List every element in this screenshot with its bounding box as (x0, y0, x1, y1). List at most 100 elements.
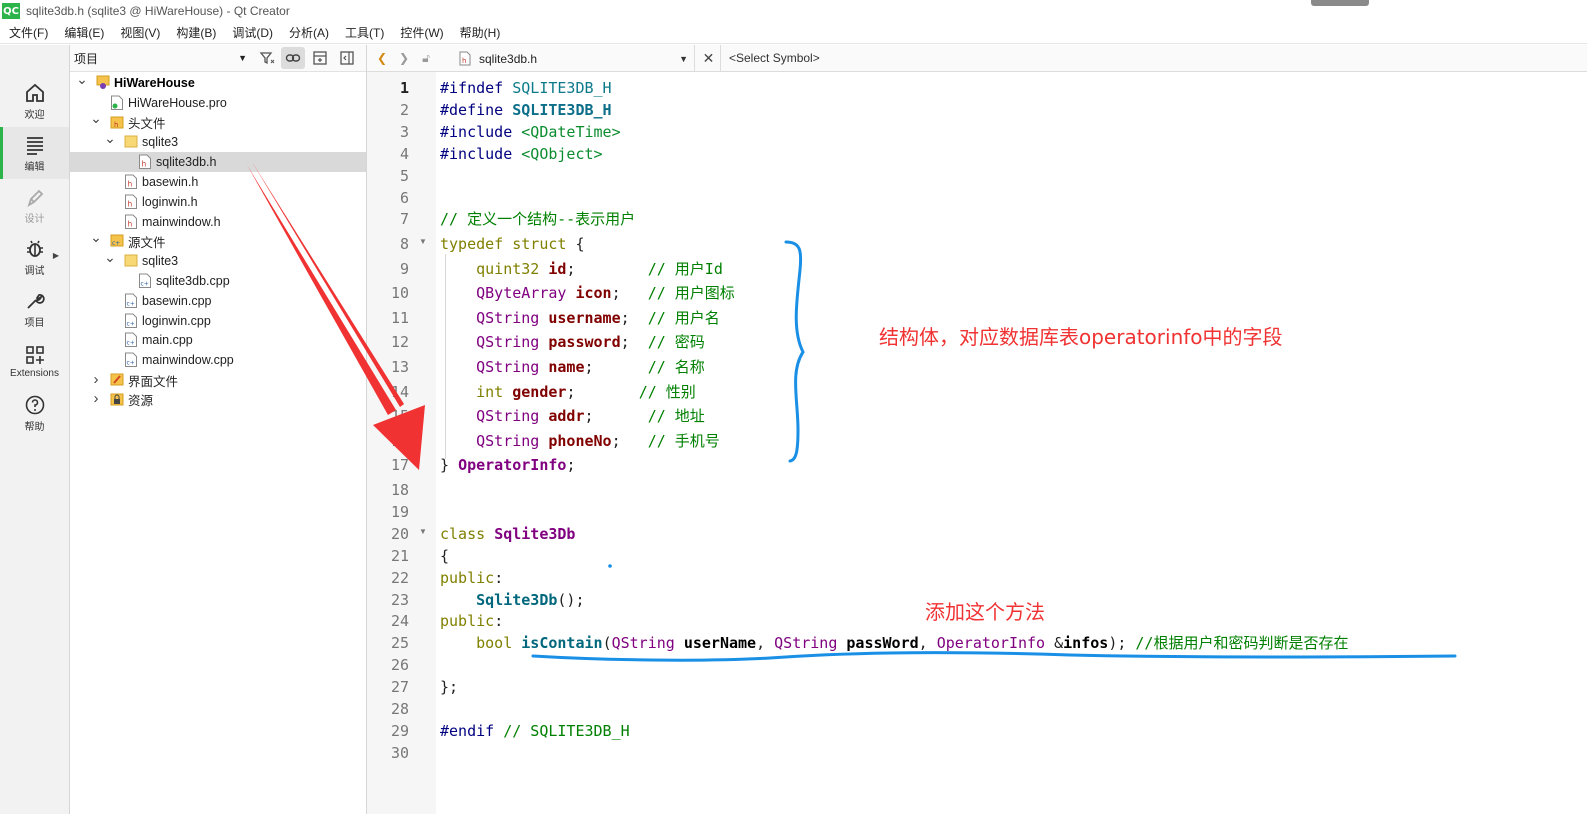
code-editor[interactable]: 1 2 3 4 5 6 7 8 ▼ 9 10 11 12 13 14 15 16 17 18 19 20 ▼ 21 22 23 2… (367, 72, 1587, 814)
svg-text:h: h (462, 57, 466, 65)
code-line: QString username; // 用户名 (476, 308, 720, 327)
tree-item[interactable]: c+ main.cpp (70, 330, 366, 350)
dropdown-arrow-icon: ▼ (238, 53, 247, 63)
line-number: 9 (399, 259, 409, 278)
code-line: Sqlite3Db(); (476, 590, 585, 609)
tree-item[interactable]: c+ sqlite3db.cpp (70, 271, 366, 291)
chevron-right-icon[interactable]: › (90, 371, 102, 388)
chevron-down-icon[interactable]: ⌄ (104, 249, 116, 265)
open-documents-combo[interactable]: h sqlite3db.h ▼ (455, 45, 695, 72)
cpp-file-icon: c+ (124, 352, 138, 368)
svg-text:h: h (128, 180, 133, 189)
tree-item-label: HiWareHouse.pro (128, 95, 227, 110)
tree-item[interactable]: h loginwin.h (70, 192, 366, 212)
mode-edit[interactable]: 编辑 (0, 127, 69, 179)
menu-debug[interactable]: 调试(D) (224, 22, 281, 44)
menu-controls[interactable]: 控件(W) (392, 22, 451, 44)
symbol-selector[interactable]: <Select Symbol> (729, 45, 820, 72)
bug-icon (26, 240, 43, 257)
tree-item-label: 头文件 (128, 117, 166, 132)
chevron-down-icon[interactable]: ⌄ (90, 110, 102, 126)
add-split-icon (312, 51, 327, 65)
menu-build[interactable]: 构建(B) (168, 22, 224, 44)
svg-text:c+: c+ (141, 281, 149, 288)
editor-toolbar: ❮ ❯ 🔓︎ h sqlite3db.h ▼ ✕ <Select Symbol> (367, 45, 1587, 72)
header-file-icon: h (138, 154, 152, 170)
menu-edit[interactable]: 编辑(E) (56, 22, 112, 44)
edit-lines-icon (26, 136, 43, 155)
tree-item[interactable]: h sqlite3db.h (70, 152, 366, 173)
fold-marker-icon[interactable]: ▼ (419, 237, 427, 246)
mode-bar: 欢迎 编辑 设计 调试 ▶ 项目 Extensions 帮助 (0, 45, 70, 814)
code-line: // 定义一个结构--表示用户 (440, 210, 636, 229)
line-number: 13 (390, 358, 409, 376)
header-file-icon: h (459, 51, 471, 69)
chevron-down-icon[interactable]: ⌄ (90, 229, 102, 245)
code-line: typedef struct { (440, 235, 585, 253)
menu-tools[interactable]: 工具(T) (337, 22, 392, 44)
help-icon (25, 395, 44, 414)
menu-bar: 文件(F) 编辑(E) 视图(V) 构建(B) 调试(D) 分析(A) 工具(T… (0, 22, 1587, 44)
filter-button[interactable] (253, 45, 280, 72)
code-line: QString addr; // 地址 (476, 407, 705, 426)
svg-text:h: h (114, 121, 118, 129)
cpp-file-icon: c+ (138, 273, 152, 288)
code-line: QString phoneNo; // 手机号 (476, 431, 720, 450)
line-number: 17 (390, 456, 409, 475)
close-sidebar-button[interactable] (333, 45, 360, 72)
menu-view[interactable]: 视图(V) (112, 22, 168, 44)
tree-item[interactable]: c+ basewin.cpp (70, 291, 366, 311)
view-selector[interactable]: 项目 ▼ (70, 45, 253, 72)
line-number: 24 (390, 612, 409, 631)
tree-item[interactable]: h mainwindow.h (70, 212, 366, 232)
mode-debug[interactable]: 调试 ▶ (0, 231, 69, 283)
close-document-button[interactable]: ✕ (697, 45, 721, 72)
svg-text:c+: c+ (127, 320, 135, 327)
code-line: #define SQLITE3DB_H (440, 100, 612, 119)
chevron-right-icon[interactable]: › (90, 390, 102, 407)
qt-creator-logo-icon: QC (2, 3, 20, 19)
line-number: 4 (399, 144, 409, 163)
chevron-down-icon[interactable]: ⌄ (76, 71, 88, 87)
folder-icon (124, 134, 138, 149)
go-forward-button[interactable]: ❯ (393, 51, 415, 65)
code-line: #include <QObject> (440, 144, 603, 163)
window-widget (1311, 0, 1369, 6)
tree-item[interactable]: c+ loginwin.cpp (70, 311, 366, 331)
mode-help[interactable]: 帮助 (0, 387, 69, 439)
method-annotation: 添加这个方法 (925, 600, 1045, 624)
mode-welcome[interactable]: 欢迎 (0, 75, 69, 127)
tree-item[interactable]: c+ mainwindow.cpp (70, 350, 366, 370)
tree-item[interactable]: › 界面文件 (70, 370, 366, 390)
sync-link-button[interactable] (281, 47, 305, 69)
mode-projects[interactable]: 项目 (0, 283, 69, 335)
svg-text:h: h (142, 160, 147, 169)
tree-item[interactable]: h basewin.h (70, 172, 366, 192)
cpp-file-icon: c+ (124, 313, 138, 328)
menu-help[interactable]: 帮助(H) (452, 22, 509, 44)
menu-file[interactable]: 文件(F) (0, 22, 56, 44)
tree-item-label: 源文件 (128, 235, 166, 250)
tree-item[interactable]: ⌄ HiWareHouse (70, 71, 366, 93)
view-selector-label: 项目 (74, 51, 99, 66)
tree-item[interactable]: ⌄ sqlite3 (70, 249, 366, 271)
chevron-down-icon[interactable]: ⌄ (104, 130, 116, 146)
tree-item[interactable]: HiWareHouse.pro (70, 93, 366, 113)
mode-extensions[interactable]: Extensions (0, 335, 69, 387)
extensions-grid-icon (25, 345, 44, 364)
fold-marker-icon[interactable]: ▼ (419, 527, 427, 536)
tree-item-label: HiWareHouse (114, 76, 195, 90)
tree-item-label: mainwindow.h (142, 214, 221, 229)
split-add-button[interactable] (306, 45, 333, 72)
cpp-file-icon: c+ (124, 293, 138, 308)
mode-design[interactable]: 设计 (0, 179, 69, 231)
line-number: 3 (399, 122, 409, 141)
tree-item[interactable]: ⌄ sqlite3 (70, 130, 366, 152)
go-back-button[interactable]: ❮ (371, 51, 393, 65)
tree-item[interactable]: › 资源 (70, 390, 366, 410)
header-file-icon: h (124, 194, 138, 209)
tree-item-label: sqlite3db.h (156, 155, 217, 170)
line-number: 16 (390, 431, 409, 450)
expand-arrow-icon: ▶ (52, 251, 59, 260)
menu-analyze[interactable]: 分析(A) (281, 22, 337, 44)
